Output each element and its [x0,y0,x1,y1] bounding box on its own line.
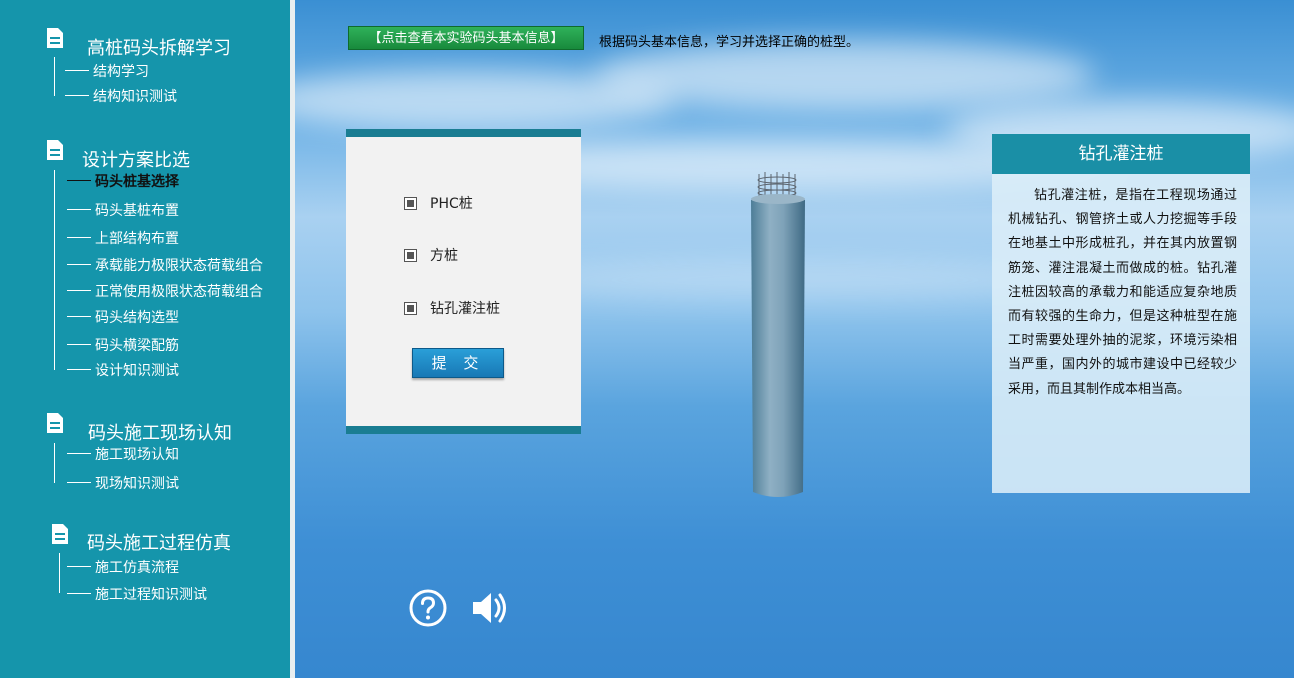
option-label: PHC桩 [430,196,473,212]
tree-line [54,443,55,483]
tree-line [54,57,55,96]
option-label: 钻孔灌注桩 [430,301,500,317]
checkbox[interactable] [404,301,417,315]
section-title[interactable]: 设计方案比选 [82,146,190,172]
section-title[interactable]: 码头施工过程仿真 [87,529,231,555]
tree-line [59,553,60,593]
help-icon[interactable] [408,588,448,628]
section-title[interactable]: 码头施工现场认知 [88,419,232,445]
document-icon [47,140,63,160]
basic-info-button[interactable]: 【点击查看本实验码头基本信息】 [348,26,584,50]
main-scene: 【点击查看本实验码头基本信息】 根据码头基本信息，学习并选择正确的桩型。 PHC… [295,0,1294,678]
checkbox[interactable] [404,248,417,262]
sidebar-item-structure-type[interactable]: 码头结构选型 [67,307,179,327]
pile-3d-model [751,172,805,497]
sidebar-item-serviceability-load[interactable]: 正常使用极限状态荷载组合 [67,281,263,301]
document-icon [47,28,63,48]
sidebar: 高桩码头拆解学习 结构学习 结构知识测试 设计方案比选 码头桩基选择 码头基桩布… [0,0,290,678]
sidebar-item-design-test[interactable]: 设计知识测试 [67,360,179,380]
speaker-icon[interactable] [469,588,509,628]
document-icon [52,524,68,544]
sidebar-item-beam-reinforcement[interactable]: 码头横梁配筋 [67,335,179,355]
sidebar-item-structure-test[interactable]: 结构知识测试 [65,86,177,106]
pile-choice-panel: PHC桩 方桩 钻孔灌注桩 提 交 [346,129,581,434]
tree-line [54,170,55,370]
option-phc-pile[interactable]: PHC桩 [404,193,473,213]
option-square-pile[interactable]: 方桩 [404,245,458,265]
sidebar-item-site-awareness[interactable]: 施工现场认知 [67,444,179,464]
cloud [595,40,1095,110]
section-title[interactable]: 高桩码头拆解学习 [87,34,231,60]
submit-button[interactable]: 提 交 [412,348,504,378]
pile-info-panel: 钻孔灌注桩 钻孔灌注桩，是指在工程现场通过机械钻孔、钢管挤土或人力挖掘等手段在地… [992,134,1250,493]
sidebar-item-simulation-flow[interactable]: 施工仿真流程 [67,557,179,577]
sidebar-item-site-test[interactable]: 现场知识测试 [67,473,179,493]
info-panel-title: 钻孔灌注桩 [992,134,1250,174]
document-icon [47,413,63,433]
checkbox[interactable] [404,196,417,210]
info-panel-body: 钻孔灌注桩，是指在工程现场通过机械钻孔、钢管挤土或人力挖掘等手段在地基土中形成桩… [1008,188,1237,397]
option-label: 方桩 [430,248,458,264]
option-bored-pile[interactable]: 钻孔灌注桩 [404,298,500,318]
sidebar-item-superstructure[interactable]: 上部结构布置 [67,228,179,248]
instruction-text: 根据码头基本信息，学习并选择正确的桩型。 [599,35,860,50]
sidebar-item-structure-study[interactable]: 结构学习 [65,61,149,81]
sidebar-item-simulation-test[interactable]: 施工过程知识测试 [67,584,207,604]
sidebar-item-pile-selection[interactable]: 码头桩基选择 [67,171,179,191]
sidebar-item-pile-layout[interactable]: 码头基桩布置 [67,200,179,220]
sidebar-item-ultimate-load[interactable]: 承载能力极限状态荷载组合 [67,255,263,275]
